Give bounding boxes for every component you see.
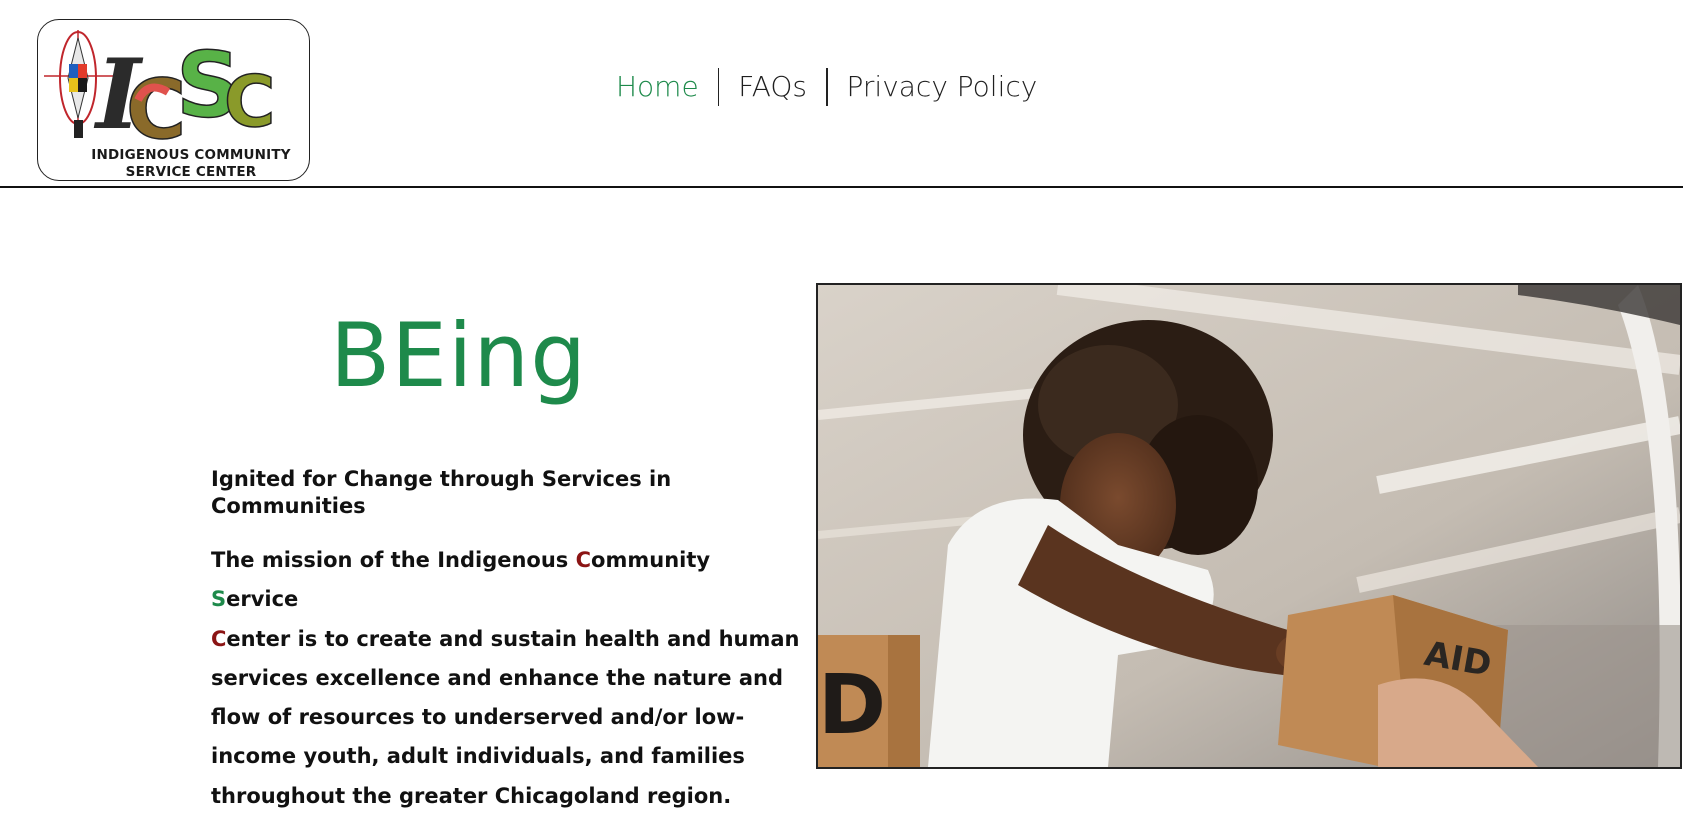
nav-privacy-policy-link[interactable]: Privacy Policy	[828, 67, 1057, 107]
hero-photo: AID D	[816, 283, 1682, 769]
mission-statement: The mission of the Indigenous Community …	[211, 541, 801, 816]
mission-highlight-s: S	[211, 587, 227, 612]
nav-home-link[interactable]: Home	[614, 67, 718, 107]
mission-text: enter is to create and sustain health an…	[211, 626, 800, 808]
site-logo[interactable]: I C S C INDIGENOUS COMMUNITY SERVICE CEN…	[37, 19, 310, 181]
volunteer-photo-illustration: AID D	[818, 285, 1680, 767]
main-nav: Home FAQs Privacy Policy	[614, 67, 1056, 107]
box-left-label: D	[818, 658, 886, 753]
header-divider	[0, 186, 1683, 188]
hero-title: BEing	[330, 304, 588, 407]
logo-caption-line1: INDIGENOUS COMMUNITY	[91, 147, 291, 163]
mission-text: ommunity	[591, 548, 711, 572]
logo-caption-line2: SERVICE CENTER	[125, 164, 257, 180]
mission-text: The mission of the Indigenous	[211, 548, 576, 572]
svg-text:C: C	[224, 61, 275, 143]
hero-tagline: Ignited for Change through Services in C…	[211, 467, 672, 519]
nav-faqs-link[interactable]: FAQs	[719, 67, 826, 107]
mission-text: ervice	[226, 587, 299, 612]
mission-highlight-c: C	[575, 548, 592, 572]
mission-highlight-c: C	[211, 626, 227, 651]
